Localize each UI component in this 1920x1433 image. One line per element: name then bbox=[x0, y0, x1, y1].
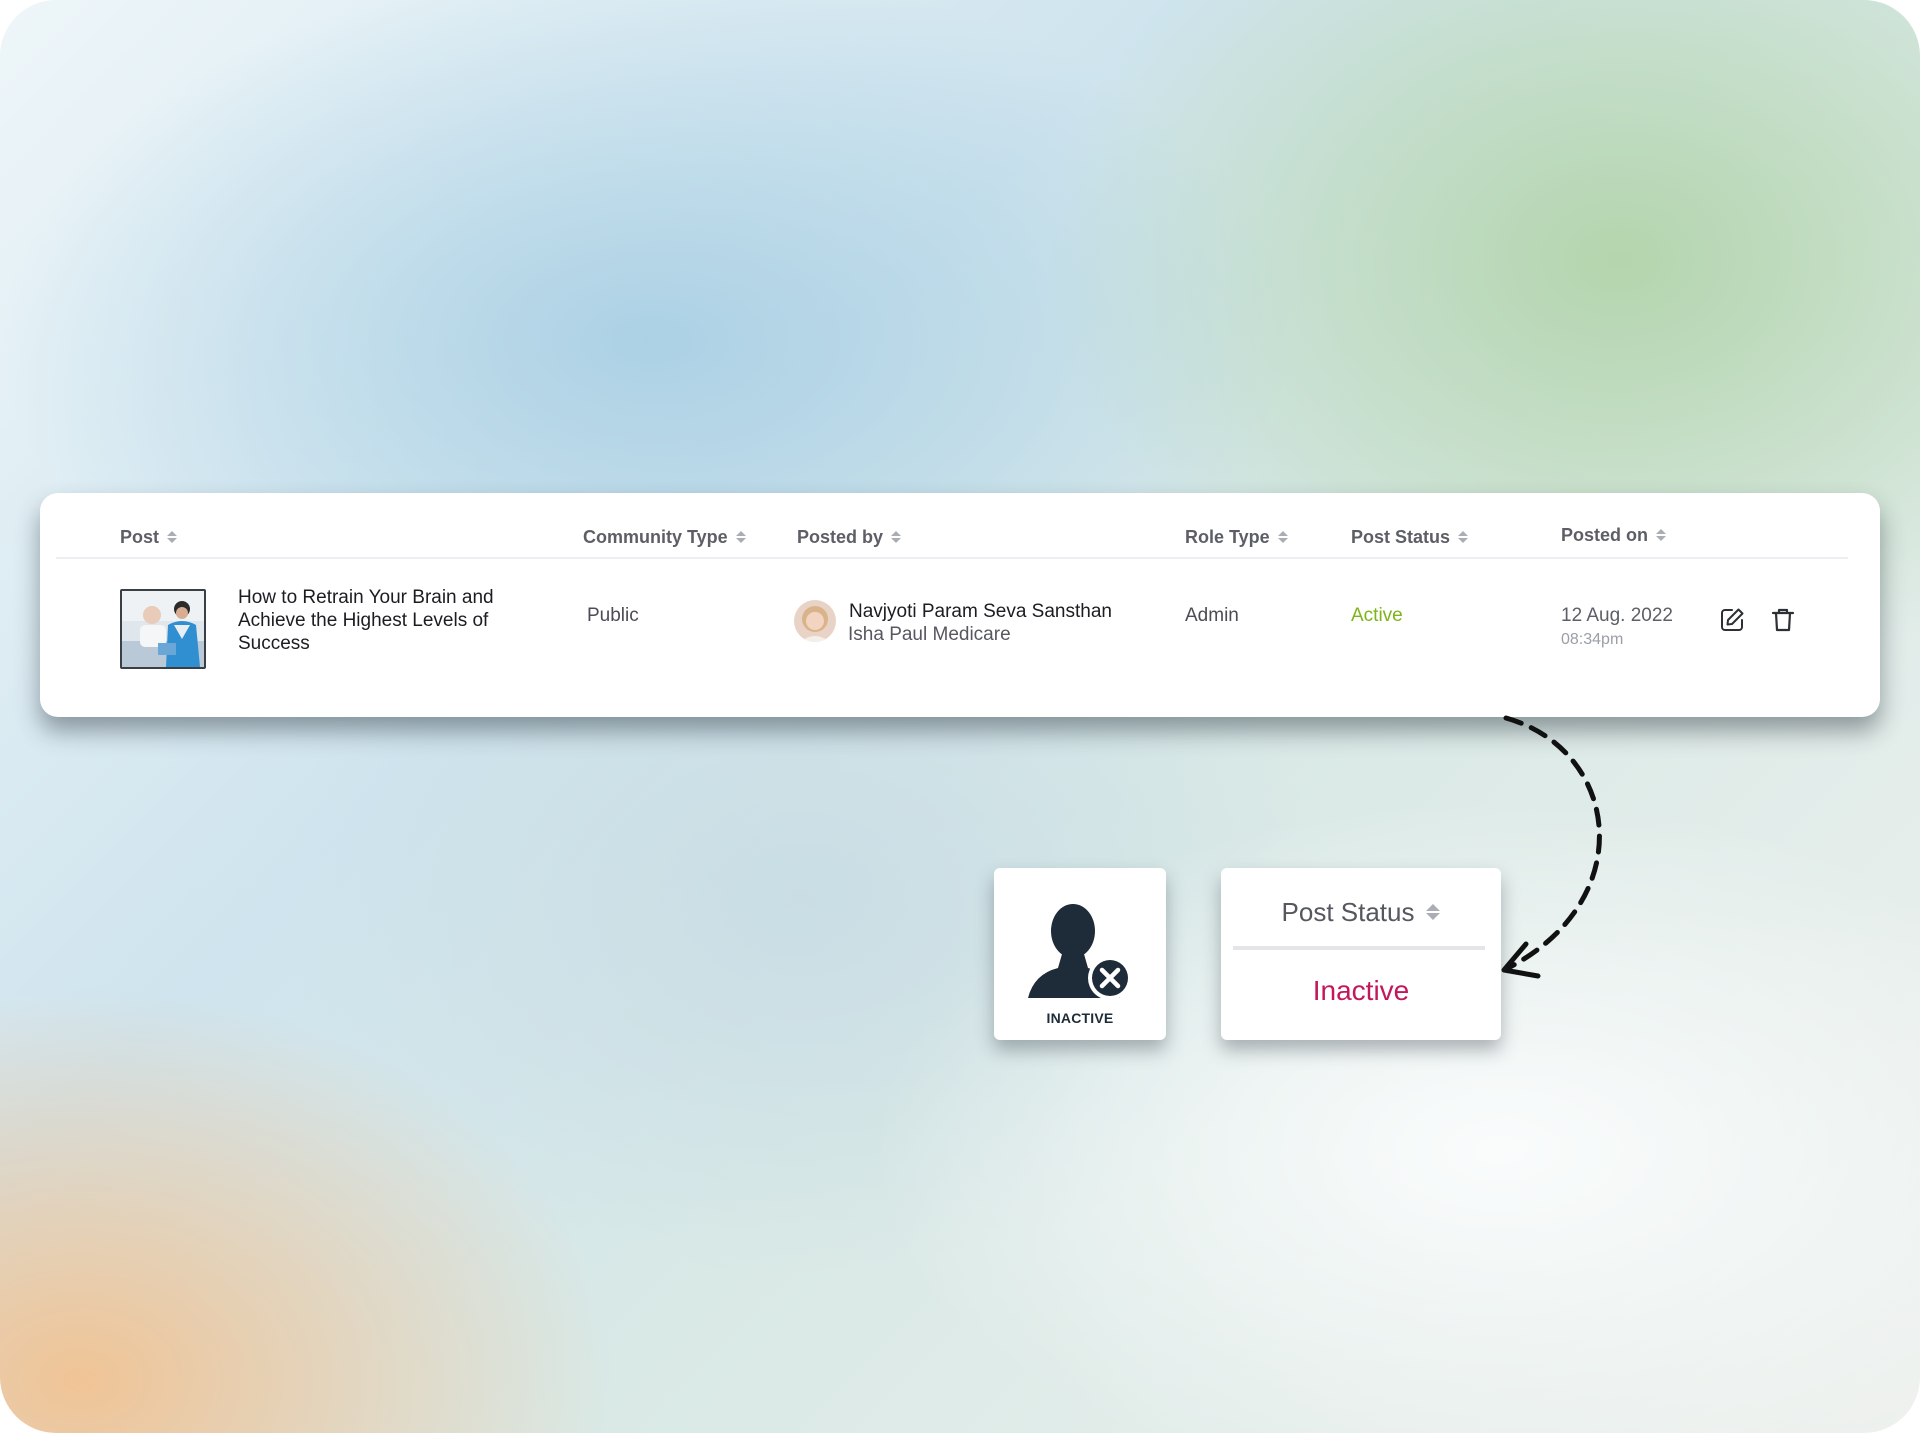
sort-icon bbox=[167, 531, 178, 543]
user-x-icon bbox=[1028, 904, 1132, 1000]
delete-button[interactable] bbox=[1766, 603, 1800, 637]
sort-icon bbox=[1458, 531, 1469, 543]
sort-icon bbox=[735, 531, 746, 543]
inactive-user-card: INACTIVE bbox=[994, 868, 1166, 1040]
sort-icon bbox=[1426, 904, 1441, 920]
background-stage: Post Community Type Posted by Role Type … bbox=[0, 0, 1920, 1433]
role-type-value: Admin bbox=[1185, 605, 1239, 626]
header-divider bbox=[56, 557, 1848, 559]
community-type-value: Public bbox=[587, 605, 639, 626]
posts-table: Post Community Type Posted by Role Type … bbox=[40, 493, 1880, 717]
edit-pencil-icon bbox=[1721, 608, 1744, 631]
posted-date: 12 Aug. 2022 bbox=[1561, 605, 1673, 626]
posted-by-org: Isha Paul Medicare bbox=[848, 624, 1011, 645]
column-header-role-type[interactable]: Role Type bbox=[1185, 524, 1288, 550]
post-status-header[interactable]: Post Status bbox=[1221, 896, 1501, 928]
post-title[interactable]: How to Retrain Your Brain and Achieve th… bbox=[238, 586, 528, 655]
popup-divider bbox=[1233, 946, 1485, 950]
dashed-arrow-icon bbox=[1501, 715, 1602, 979]
post-thumbnail[interactable] bbox=[120, 589, 206, 669]
column-header-post-status[interactable]: Post Status bbox=[1351, 524, 1469, 550]
posted-by-name: Navjyoti Param Seva Sansthan bbox=[849, 601, 1112, 622]
sort-icon bbox=[1277, 531, 1288, 543]
status-inactive-value: Inactive bbox=[1312, 975, 1410, 1006]
column-header-posted-by[interactable]: Posted by bbox=[797, 524, 902, 550]
post-status-popup: Post Status Inactive bbox=[1221, 868, 1501, 1040]
column-header-post[interactable]: Post bbox=[120, 524, 178, 550]
sort-icon bbox=[1656, 529, 1667, 541]
edit-button[interactable] bbox=[1715, 603, 1749, 637]
inactive-caption: INACTIVE bbox=[1046, 1010, 1114, 1026]
status-badge: Active bbox=[1351, 605, 1403, 626]
column-header-posted-on[interactable]: Posted on bbox=[1561, 522, 1667, 548]
avatar bbox=[794, 600, 836, 642]
posted-time: 08:34pm bbox=[1561, 631, 1624, 648]
trash-icon bbox=[1771, 608, 1795, 632]
sort-icon bbox=[891, 531, 902, 543]
column-header-community-type[interactable]: Community Type bbox=[583, 524, 746, 550]
